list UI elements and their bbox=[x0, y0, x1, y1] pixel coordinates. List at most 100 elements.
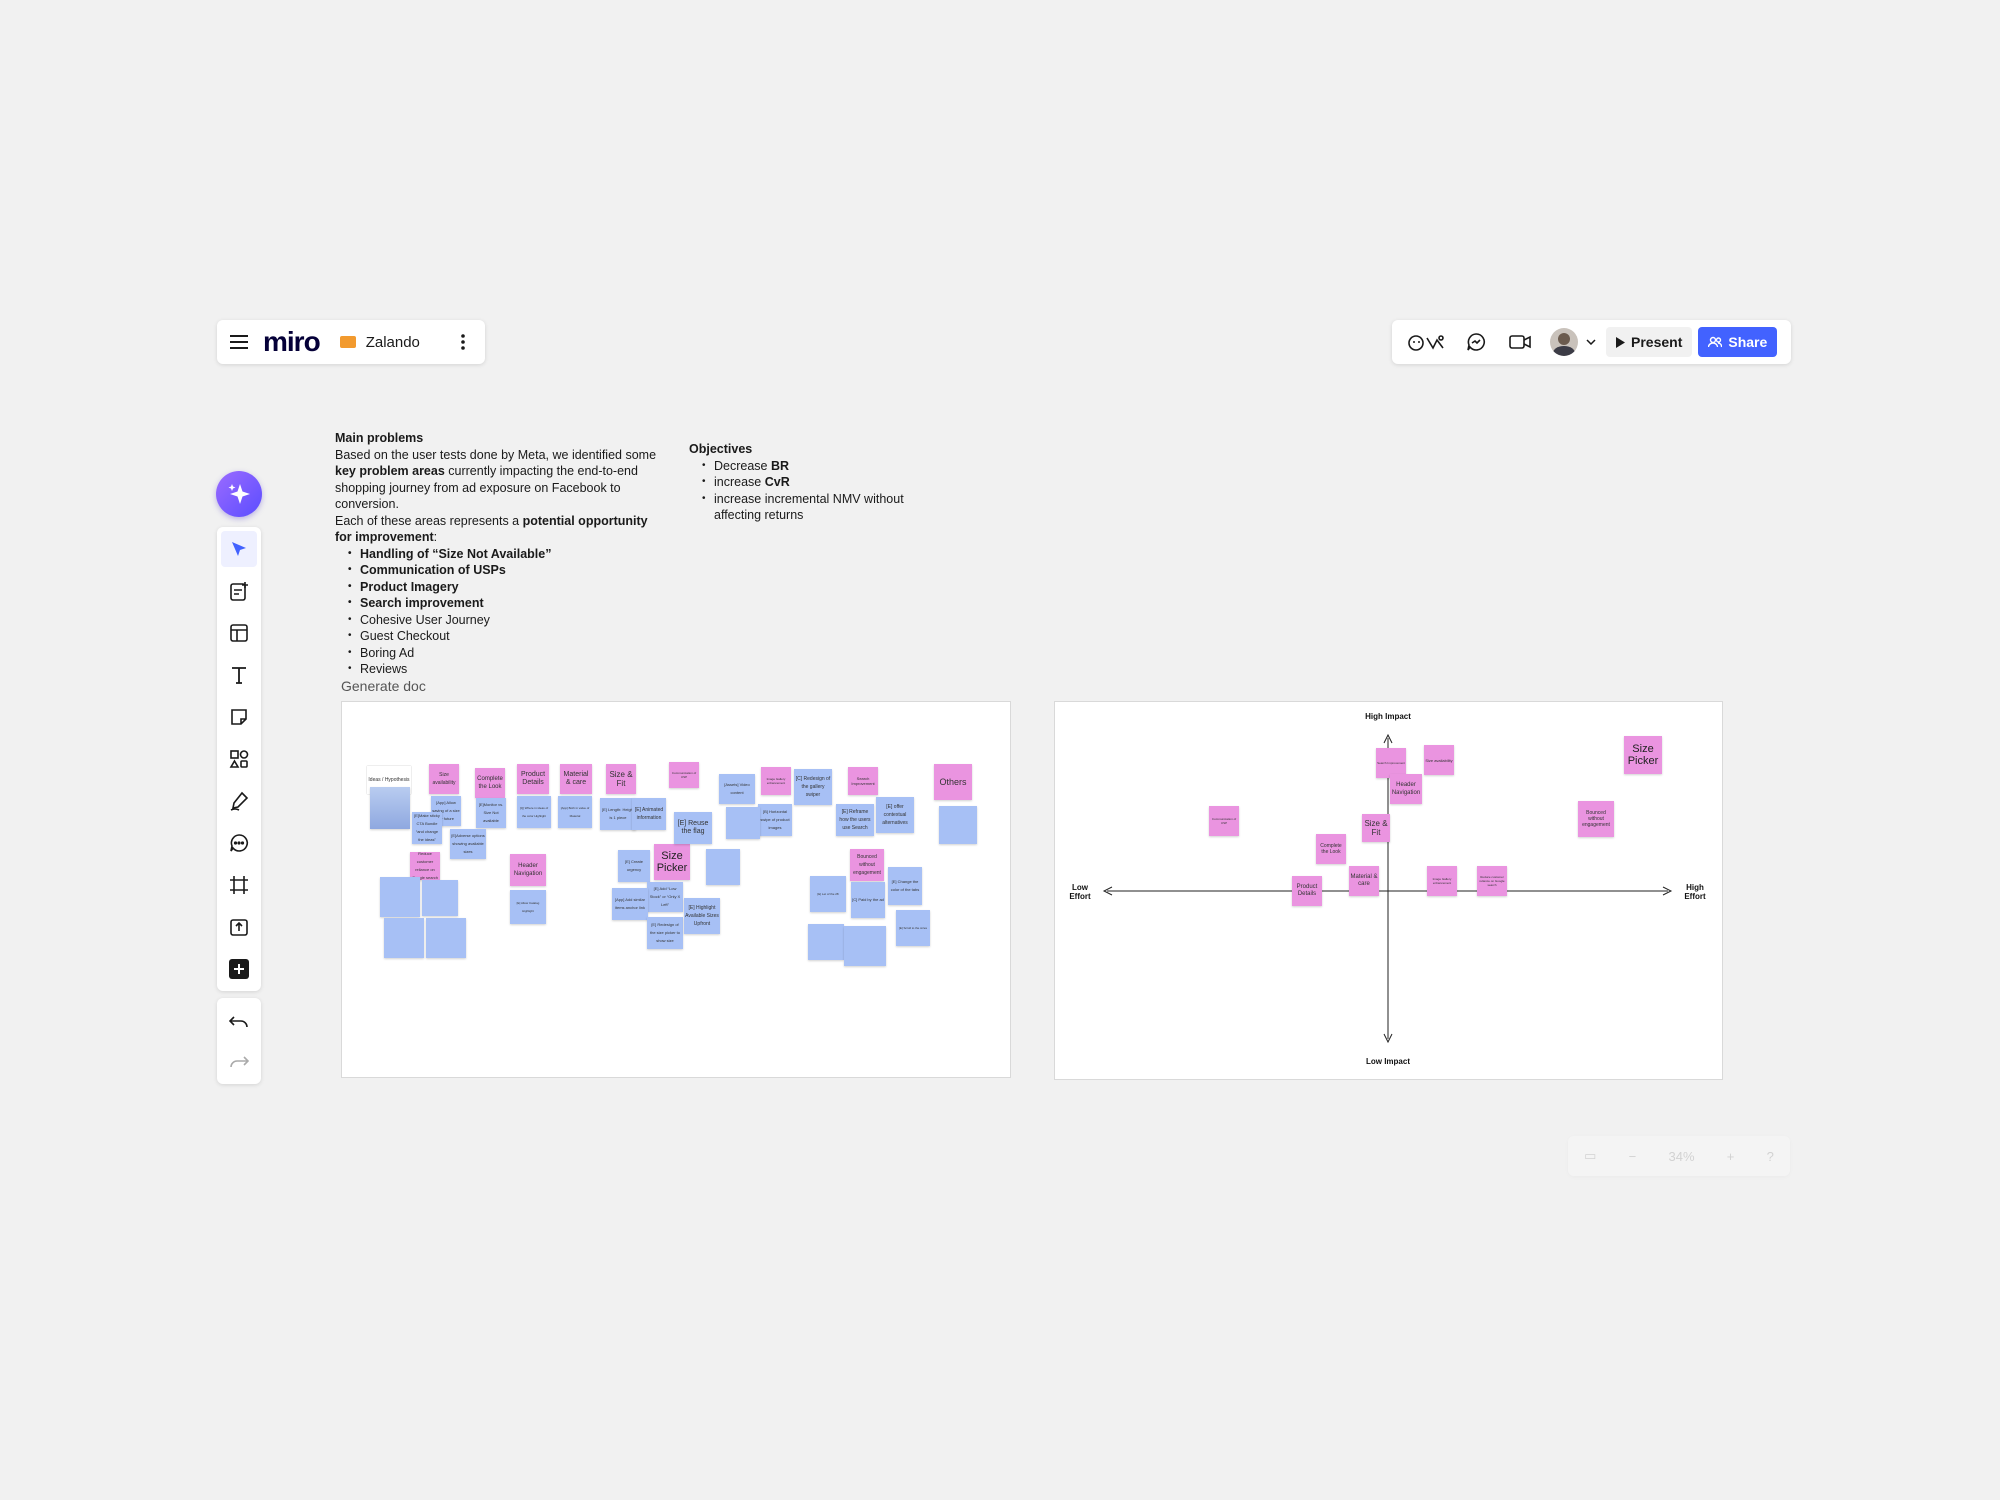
idea-note[interactable]: [E] Allow Catalog Highlight bbox=[510, 890, 546, 924]
idea-note[interactable]: [C] Paid by the ad bbox=[851, 882, 885, 918]
category-note[interactable]: Others bbox=[934, 764, 972, 800]
shapes-tool[interactable] bbox=[221, 741, 257, 777]
idea-note[interactable]: [Q] Where in ideas of the color Highligh… bbox=[517, 796, 551, 828]
category-note[interactable]: Complete the Look bbox=[475, 768, 505, 798]
category-note[interactable]: Communication of USP bbox=[669, 762, 699, 788]
main-problems-title: Main problems bbox=[335, 431, 424, 445]
zoom-in-button[interactable]: + bbox=[1727, 1149, 1735, 1164]
board-name[interactable]: Zalando bbox=[366, 334, 420, 351]
present-button[interactable]: Present bbox=[1606, 327, 1693, 357]
share-button[interactable]: Share bbox=[1698, 327, 1778, 357]
generate-doc-link[interactable]: Generate doc bbox=[341, 678, 426, 694]
upload-tool[interactable] bbox=[221, 909, 257, 945]
miro-logo[interactable]: miro bbox=[263, 326, 321, 358]
idea-note[interactable]: [App] Both in value of Material bbox=[558, 796, 592, 828]
sticky-note-tool[interactable] bbox=[221, 699, 257, 735]
matrix-note[interactable]: Size availability bbox=[1424, 745, 1454, 775]
category-note[interactable]: Search Improvement bbox=[848, 767, 878, 795]
idea-note[interactable]: [App] Add similar items anchor link bbox=[612, 888, 648, 920]
category-note[interactable]: Product Details bbox=[517, 764, 549, 794]
objectives-list: Decrease BR increase CvR increase increm… bbox=[689, 458, 929, 524]
idea-note[interactable]: [E] offer contextual alternatives bbox=[876, 797, 914, 833]
idea-note[interactable]: [E] Redesign of the size picker to show … bbox=[647, 917, 683, 949]
idea-note[interactable] bbox=[426, 918, 466, 958]
menu-button[interactable] bbox=[217, 320, 261, 364]
redo-icon bbox=[230, 1056, 249, 1068]
users-icon bbox=[1708, 336, 1723, 348]
pen-tool[interactable] bbox=[221, 783, 257, 819]
matrix-note[interactable]: Complete the Look bbox=[1316, 834, 1346, 864]
idea-note[interactable]: [E] Reframe how the users use Search bbox=[836, 804, 874, 836]
idea-note[interactable]: [E] Animated information bbox=[632, 798, 666, 830]
size-picker-note[interactable]: Size Picker bbox=[654, 844, 690, 880]
matrix-note[interactable]: Material & care bbox=[1349, 866, 1379, 896]
category-note[interactable]: Image Gallery enhancement bbox=[761, 767, 791, 795]
impact-effort-matrix[interactable]: High Impact Low Impact Low Effort High E… bbox=[1054, 701, 1723, 1080]
idea-note[interactable] bbox=[844, 926, 886, 966]
category-note[interactable]: Material & care bbox=[560, 764, 592, 794]
matrix-note[interactable]: Header Navigation bbox=[1390, 774, 1422, 804]
idea-note[interactable] bbox=[384, 918, 424, 958]
idea-note[interactable]: [E] Scroll to the sizes bbox=[896, 910, 930, 946]
matrix-note[interactable]: Image Gallery enhancement bbox=[1427, 866, 1457, 896]
text-tool[interactable] bbox=[221, 657, 257, 693]
image-thumbnail[interactable] bbox=[370, 787, 410, 829]
comment-tool[interactable] bbox=[221, 825, 257, 861]
matrix-note[interactable]: Size & Fit bbox=[1362, 814, 1390, 842]
zoom-level[interactable]: 34% bbox=[1669, 1149, 1695, 1164]
sparkle-icon bbox=[228, 484, 250, 504]
layout-tool[interactable] bbox=[221, 615, 257, 651]
comments-button[interactable] bbox=[1456, 322, 1496, 362]
fit-screen-icon[interactable]: ▭ bbox=[1584, 1148, 1596, 1164]
idea-note[interactable]: [E] Reuse the flag bbox=[674, 812, 712, 844]
idea-note[interactable] bbox=[706, 849, 740, 885]
frame-tool[interactable] bbox=[221, 867, 257, 903]
idea-note[interactable]: [E]Adverse options showing available siz… bbox=[450, 829, 486, 859]
board-menu-button[interactable] bbox=[451, 327, 475, 357]
ideas-frame[interactable]: Ideas / Hypothesis Size availability Com… bbox=[341, 701, 1011, 1078]
idea-note[interactable] bbox=[380, 877, 420, 917]
creation-toolbar bbox=[217, 527, 261, 991]
header-navigation-note[interactable]: Header Navigation bbox=[510, 854, 546, 886]
idea-note[interactable] bbox=[939, 806, 977, 844]
idea-note[interactable]: [E] Add “Low Stock” or “Only X Left” bbox=[647, 882, 683, 912]
category-note[interactable]: Size availability bbox=[429, 764, 459, 794]
idea-note[interactable]: [E] Change the color of the tabs bbox=[888, 867, 922, 905]
main-problems-text[interactable]: Main problems Based on the user tests do… bbox=[335, 430, 665, 678]
redo-button[interactable] bbox=[221, 1044, 257, 1080]
more-apps-tool[interactable] bbox=[221, 951, 257, 987]
category-note[interactable]: Size & Fit bbox=[606, 764, 636, 794]
idea-note[interactable]: [E] Let of the 28 bbox=[810, 876, 846, 912]
templates-tool[interactable] bbox=[221, 573, 257, 609]
idea-note[interactable]: [C] Redesign of the gallery swiper bbox=[794, 769, 832, 805]
objectives-text[interactable]: Objectives Decrease BR increase CvR incr… bbox=[689, 441, 929, 524]
matrix-note[interactable]: Product Details bbox=[1292, 876, 1322, 906]
user-avatar[interactable] bbox=[1550, 328, 1578, 356]
axis-left-label: Low Effort bbox=[1069, 883, 1091, 901]
idea-note[interactable]: [E] Length: Height is 1 piece bbox=[600, 798, 636, 830]
matrix-note[interactable]: Communication of USP bbox=[1209, 806, 1239, 836]
idea-note[interactable] bbox=[808, 924, 844, 960]
idea-note[interactable] bbox=[726, 807, 760, 839]
video-call-button[interactable] bbox=[1500, 322, 1540, 362]
help-icon[interactable]: ? bbox=[1767, 1149, 1774, 1164]
idea-note[interactable]: [B] Horizontal swipe of product images bbox=[758, 804, 792, 836]
ai-assistant-button[interactable] bbox=[216, 471, 262, 517]
chevron-down-icon[interactable] bbox=[1582, 332, 1600, 352]
idea-note[interactable]: [E]Make sticky CTA Bundle “and change th… bbox=[412, 812, 442, 844]
reactions-button[interactable] bbox=[1402, 322, 1452, 362]
idea-note[interactable]: [E] Create urgency bbox=[618, 850, 650, 882]
idea-note[interactable]: [E]Monitor vs. Size Not available bbox=[476, 798, 506, 828]
idea-note[interactable]: [E] Highlight Available Sizes Upfront bbox=[684, 898, 720, 934]
idea-note[interactable] bbox=[422, 880, 458, 916]
select-tool[interactable] bbox=[221, 531, 257, 567]
video-camera-icon bbox=[1509, 335, 1531, 349]
matrix-note[interactable]: Bounced without engagement bbox=[1578, 801, 1614, 837]
undo-button[interactable] bbox=[221, 1004, 257, 1040]
reduce-search-note[interactable]: Reduce customer reliance on Google searc… bbox=[410, 852, 440, 880]
matrix-note[interactable]: Reduce customer reliance on Google searc… bbox=[1477, 866, 1507, 896]
zoom-out-button[interactable]: − bbox=[1629, 1149, 1637, 1164]
idea-note[interactable]: [Assets] Video content bbox=[719, 774, 755, 804]
bounced-note[interactable]: Bounced without engagement bbox=[850, 849, 884, 881]
matrix-note[interactable]: Size Picker bbox=[1624, 736, 1662, 774]
